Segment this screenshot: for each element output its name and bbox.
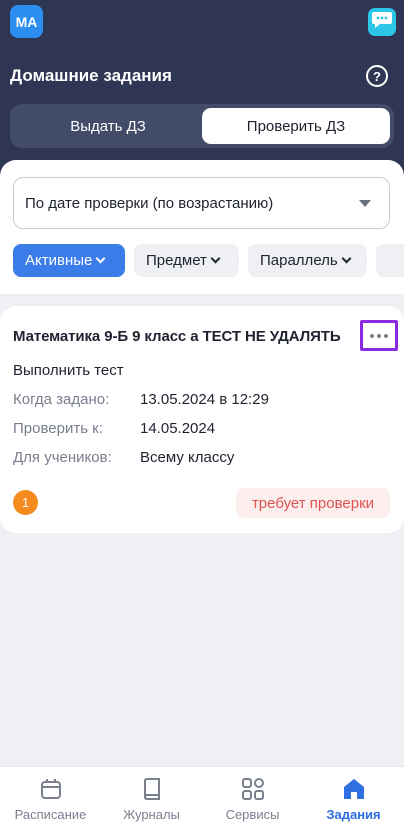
bottom-nav: Расписание Журналы Сервисы Задания [0,766,404,822]
sort-select[interactable]: По дате проверки (по возрастанию) [13,177,390,229]
nav-label: Сервисы [225,807,280,822]
sort-select-value: По дате проверки (по возрастанию) [25,194,274,212]
page-title: Домашние задания [10,66,172,85]
status-badge: требует проверки [236,488,390,518]
submissions-count-badge: 1 [13,490,38,515]
avatar[interactable]: МА [10,5,43,38]
nav-label: Журналы [123,807,180,822]
chat-button[interactable] [368,8,396,36]
tab-check-homework[interactable]: Проверить ДЗ [202,108,390,144]
due-date-value: 14.05.2024 [140,420,216,437]
nav-label: Расписание [14,807,87,822]
due-date-label: Проверить к: [13,420,103,437]
students-value: Всему классу [140,449,235,466]
chevron-down-icon [210,253,221,263]
chevron-down-icon [95,253,106,263]
filter-panel: По дате проверки (по возрастанию) Активн… [0,160,404,294]
help-icon[interactable]: ? [366,65,388,87]
chevron-down-icon [341,253,352,263]
chip-label: Активные [25,252,93,269]
tab-issue-homework[interactable]: Выдать ДЗ [14,108,202,144]
chat-bubble-icon [371,10,393,35]
assigned-date-label: Когда задано: [13,391,110,408]
nav-item-tasks[interactable]: Задания [303,767,404,822]
mode-switch: Выдать ДЗ Проверить ДЗ [10,104,394,148]
nav-item-schedule[interactable]: Расписание [0,767,101,822]
dropdown-arrow-icon [359,200,371,207]
chip-label: Параллель [260,252,338,269]
assigned-date-value: 13.05.2024 в 12:29 [140,391,269,408]
homework-title: Математика 9-Б 9 класс а ТЕСТ НЕ УДАЛЯТЬ [13,328,341,345]
students-label: Для учеников: [13,449,112,466]
filter-chips: Активные Предмет Параллель [13,244,404,278]
nav-item-services[interactable]: Сервисы [202,767,303,822]
app-header: МА Домашние задания ? Выдать ДЗ Проверит… [0,0,404,175]
chip-active-filter[interactable]: Активные [13,244,125,277]
chip-subject-filter[interactable]: Предмет [134,244,239,277]
nav-item-journals[interactable]: Журналы [101,767,202,822]
more-options-icon[interactable] [360,320,398,351]
chip-more-filter[interactable] [376,244,404,277]
homework-type: Выполнить тест [13,362,124,379]
grid-icon [241,777,265,801]
nav-label: Задания [326,807,381,822]
homework-card[interactable]: Математика 9-Б 9 класс а ТЕСТ НЕ УДАЛЯТЬ… [0,306,404,533]
chip-parallel-filter[interactable]: Параллель [248,244,367,277]
calendar-icon [40,777,62,801]
chip-label: Предмет [146,252,207,269]
book-icon [142,777,162,801]
home-icon [343,777,365,801]
